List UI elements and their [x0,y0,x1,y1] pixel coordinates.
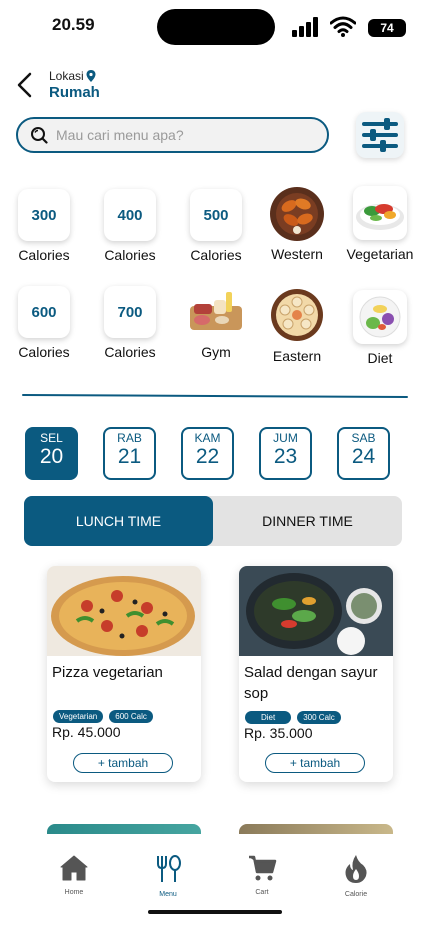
food-price: Rp. 45.000 [52,724,121,740]
tag-category: Diet [245,711,292,724]
category-vegetarian[interactable]: Vegetarian [340,186,420,262]
date-friday-23[interactable]: JUM 23 [259,427,312,480]
category-500-calories[interactable]: 500 Calories [176,189,256,263]
vegetarian-tile [353,186,407,240]
pizza-image [47,566,201,656]
meal-time-tabs: LUNCH TIME DINNER TIME [24,496,402,546]
fork-knife-icon [157,855,181,882]
category-label: Gym [201,344,231,360]
date-number: 23 [273,445,298,468]
date-day: SEL [40,431,63,445]
tab-dinner-time[interactable]: DINNER TIME [213,496,402,546]
date-wednesday-21[interactable]: RAB 21 [103,427,156,480]
category-label: Calories [104,247,156,263]
food-tags: Diet 300 Calc [245,711,341,724]
category-value: 700 [104,286,156,338]
back-arrow-icon[interactable] [12,70,38,100]
category-label: Calories [104,344,156,360]
wifi-icon [330,16,356,37]
date-number: 24 [351,445,376,468]
category-label: Western [271,246,323,262]
date-number: 20 [39,445,64,468]
tag-category: Vegetarian [53,710,104,723]
date-tuesday-20[interactable]: SEL 20 [25,427,78,480]
category-label: Eastern [272,348,322,364]
tag-calories: 600 Calc [109,710,153,723]
nav-label: Menu [159,891,177,898]
tab-lunch-time[interactable]: LUNCH TIME [24,496,213,546]
filter-button[interactable] [356,112,404,158]
category-gym[interactable]: Gym [176,286,256,360]
dynamic-island [157,9,275,45]
category-value: 300 [18,189,70,241]
date-number: 22 [195,445,220,468]
category-600-calories[interactable]: 600 Calories [4,286,84,360]
nav-calorie[interactable]: Calorie [316,854,396,898]
food-price: Rp. 35.000 [244,725,313,741]
nav-label: Cart [255,889,269,896]
category-700-calories[interactable]: 700 Calories [90,286,170,360]
date-thursday-22[interactable]: KAM 22 [181,427,234,480]
category-label: Calories [18,247,70,263]
diet-tile [353,290,407,344]
nav-menu[interactable]: Menu [128,854,208,898]
category-label: Calories [190,247,242,263]
category-300-calories[interactable]: 300 Calories [4,189,84,263]
tag-calories: 300 Calc [297,711,341,724]
nav-cart[interactable]: Cart [222,854,302,896]
category-western[interactable]: Western [257,186,337,262]
home-indicator [148,910,282,914]
date-day: KAM [194,431,221,445]
date-day: SAB [351,431,376,445]
add-to-cart-button[interactable]: + tambah [265,753,365,773]
diet-food-icon [359,296,401,338]
western-food-icon [270,187,324,241]
gym-food-icon [190,292,242,330]
location-label-text: Lokasi [49,69,84,83]
category-value: 400 [104,189,156,241]
home-icon [60,855,88,881]
location-label: Lokasi [49,69,96,83]
add-to-cart-button[interactable]: + tambah [73,753,173,773]
cart-icon [249,855,277,881]
nav-label: Home [64,889,84,896]
search-icon [31,127,48,144]
category-label: Diet [367,350,393,366]
location-pin-icon [86,70,96,82]
category-value: 600 [18,286,70,338]
section-divider [21,393,409,399]
status-bar: 20.59 74 [0,0,430,56]
date-day: JUM [273,431,298,445]
battery-indicator: 74 [368,19,406,37]
search-input[interactable] [56,127,306,143]
nav-home[interactable]: Home [34,854,114,896]
eastern-food-icon [271,289,323,341]
location-value[interactable]: Rumah [49,84,100,101]
vegetarian-food-icon [356,204,404,230]
signal-icon [292,17,318,37]
food-card-pizza[interactable]: Pizza vegetarian Vegetarian 600 Calc Rp.… [47,566,201,782]
category-label: Calories [18,344,70,360]
nav-label: Calorie [344,891,368,898]
category-diet[interactable]: Diet [340,290,420,366]
food-title: Pizza vegetarian [52,664,163,681]
status-time: 20.59 [52,15,95,34]
date-day: RAB [117,431,142,445]
salad-image [239,566,393,656]
category-400-calories[interactable]: 400 Calories [90,189,170,263]
date-saturday-24[interactable]: SAB 24 [337,427,390,480]
date-number: 21 [117,445,142,468]
flame-icon [345,855,367,883]
food-title: Salad dengan sayur sop [244,664,378,702]
food-tags: Vegetarian 600 Calc [53,710,153,723]
category-value: 500 [190,189,242,241]
food-card-salad[interactable]: Salad dengan sayur sop Diet 300 Calc Rp.… [239,566,393,782]
category-label: Vegetarian [346,246,414,262]
bottom-navigation: Home Menu Cart Calorie [0,834,430,932]
search-bar[interactable] [16,117,329,153]
category-eastern[interactable]: Eastern [257,288,337,364]
sliders-icon [362,118,398,152]
